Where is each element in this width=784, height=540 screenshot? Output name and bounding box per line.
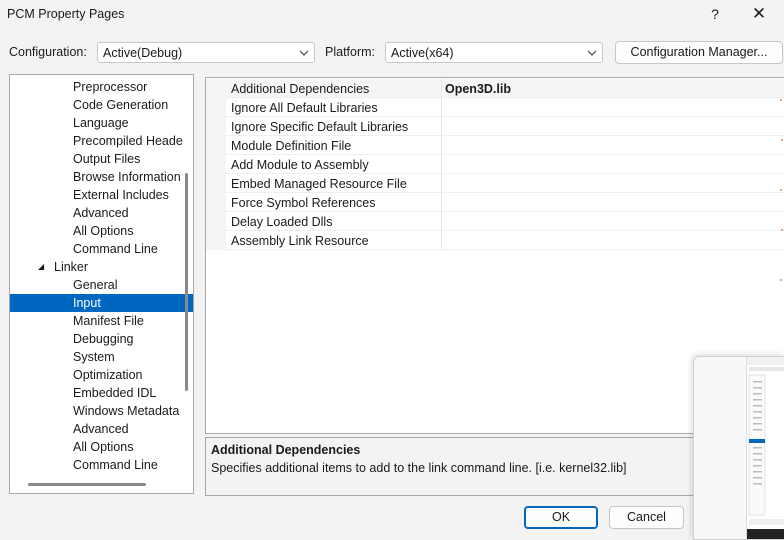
property-name: Ignore Specific Default Libraries (231, 120, 409, 134)
column-divider (441, 136, 442, 155)
description-title: Additional Dependencies (211, 443, 361, 457)
property-row-delay-loaded-dlls[interactable]: Delay Loaded Dlls (206, 212, 784, 231)
tree-item-linker[interactable]: ◢ Linker (10, 258, 193, 276)
configuration-label: Configuration: (9, 45, 87, 59)
description-text: Specifies additional items to add to the… (211, 461, 627, 475)
background-window-edge (780, 99, 783, 281)
tree-item-advanced[interactable]: Advanced (10, 204, 193, 222)
property-row-ignore-all-default-libraries[interactable]: Ignore All Default Libraries (206, 98, 784, 117)
property-name: Additional Dependencies (231, 82, 370, 96)
column-divider (441, 231, 442, 250)
tree-item-manifest-file[interactable]: Manifest File (10, 312, 193, 330)
tree-item-windows-metadata[interactable]: Windows Metadata (10, 402, 193, 420)
title-bar: PCM Property Pages ? ✕ (0, 0, 784, 30)
column-divider (441, 117, 442, 136)
platform-label: Platform: (325, 45, 376, 59)
property-name: Assembly Link Resource (231, 234, 369, 248)
column-divider (441, 79, 442, 98)
tree-item-linker-command-line[interactable]: Command Line (10, 456, 193, 474)
property-name: Embed Managed Resource File (231, 177, 407, 191)
configuration-manager-button[interactable]: Configuration Manager... (615, 41, 783, 64)
tree-item-language[interactable]: Language (10, 114, 193, 132)
tree-item-debugging[interactable]: Debugging (10, 330, 193, 348)
row-gutter (206, 98, 226, 117)
row-gutter (206, 231, 226, 250)
tree-item-code-generation[interactable]: Code Generation (10, 96, 193, 114)
tree-item-external-includes[interactable]: External Includes (10, 186, 193, 204)
property-row-embed-managed-resource-file[interactable]: Embed Managed Resource File (206, 174, 784, 193)
tree-vertical-scrollbar[interactable] (185, 173, 188, 391)
property-row-assembly-link-resource[interactable]: Assembly Link Resource (206, 231, 784, 250)
row-divider (226, 249, 784, 250)
property-row-add-module-to-assembly[interactable]: Add Module to Assembly (206, 155, 784, 174)
tree-item-all-options[interactable]: All Options (10, 222, 193, 240)
column-divider (441, 155, 442, 174)
window-title: PCM Property Pages (7, 7, 125, 21)
tree-item-preprocessor[interactable]: Preprocessor (10, 78, 193, 96)
row-gutter (206, 212, 226, 231)
row-gutter (206, 136, 226, 155)
tree-item-linker-label: Linker (54, 260, 89, 274)
row-gutter (206, 79, 226, 98)
expand-arrow-icon[interactable]: ◢ (38, 258, 44, 276)
property-row-force-symbol-references[interactable]: Force Symbol References (206, 193, 784, 212)
tree-item-browse-information[interactable]: Browse Information (10, 168, 193, 186)
property-row-module-definition-file[interactable]: Module Definition File (206, 136, 784, 155)
property-name: Ignore All Default Libraries (231, 101, 378, 115)
row-gutter (206, 174, 226, 193)
thumbnail-preview-image (746, 357, 784, 539)
tree-horizontal-scrollbar[interactable] (28, 483, 146, 486)
chevron-down-icon (299, 50, 309, 56)
close-button[interactable]: ✕ (746, 3, 772, 25)
property-row-additional-dependencies[interactable]: Additional Dependencies Open3D.lib (206, 79, 784, 98)
property-value[interactable]: Open3D.lib (445, 82, 511, 96)
tree-item-precompiled-headers[interactable]: Precompiled Heade (10, 132, 193, 150)
tree-item-system[interactable]: System (10, 348, 193, 366)
chevron-down-icon (587, 50, 597, 56)
tree-item-linker-general[interactable]: General (10, 276, 193, 294)
column-divider (441, 193, 442, 212)
property-name: Force Symbol References (231, 196, 376, 210)
ok-button[interactable]: OK (524, 506, 598, 529)
tree-item-linker-all-options[interactable]: All Options (10, 438, 193, 456)
row-gutter (206, 155, 226, 174)
property-name: Module Definition File (231, 139, 352, 153)
help-button[interactable]: ? (704, 3, 726, 25)
tree-item-optimization[interactable]: Optimization (10, 366, 193, 384)
screenshot-thumbnail[interactable] (693, 356, 784, 540)
configuration-dropdown[interactable]: Active(Debug) (97, 42, 315, 63)
tree-item-linker-advanced[interactable]: Advanced (10, 420, 193, 438)
row-gutter (206, 117, 226, 136)
property-name: Delay Loaded Dlls (231, 215, 333, 229)
platform-dropdown[interactable]: Active(x64) (385, 42, 603, 63)
tree-item-output-files[interactable]: Output Files (10, 150, 193, 168)
thumbnail-preview-graphic (747, 357, 784, 539)
row-gutter (206, 193, 226, 212)
configuration-value: Active(Debug) (103, 46, 183, 60)
tree-item-command-line[interactable]: Command Line (10, 240, 193, 258)
column-divider (441, 98, 442, 117)
property-tree[interactable]: Preprocessor Code Generation Language Pr… (9, 74, 194, 494)
column-divider (441, 212, 442, 231)
column-divider (441, 174, 442, 193)
property-row-ignore-specific-default-libraries[interactable]: Ignore Specific Default Libraries (206, 117, 784, 136)
tree-item-linker-input[interactable]: Input (10, 294, 193, 312)
tree-item-embedded-idl[interactable]: Embedded IDL (10, 384, 193, 402)
platform-value: Active(x64) (391, 46, 454, 60)
property-name: Add Module to Assembly (231, 158, 369, 172)
cancel-button[interactable]: Cancel (609, 506, 684, 529)
